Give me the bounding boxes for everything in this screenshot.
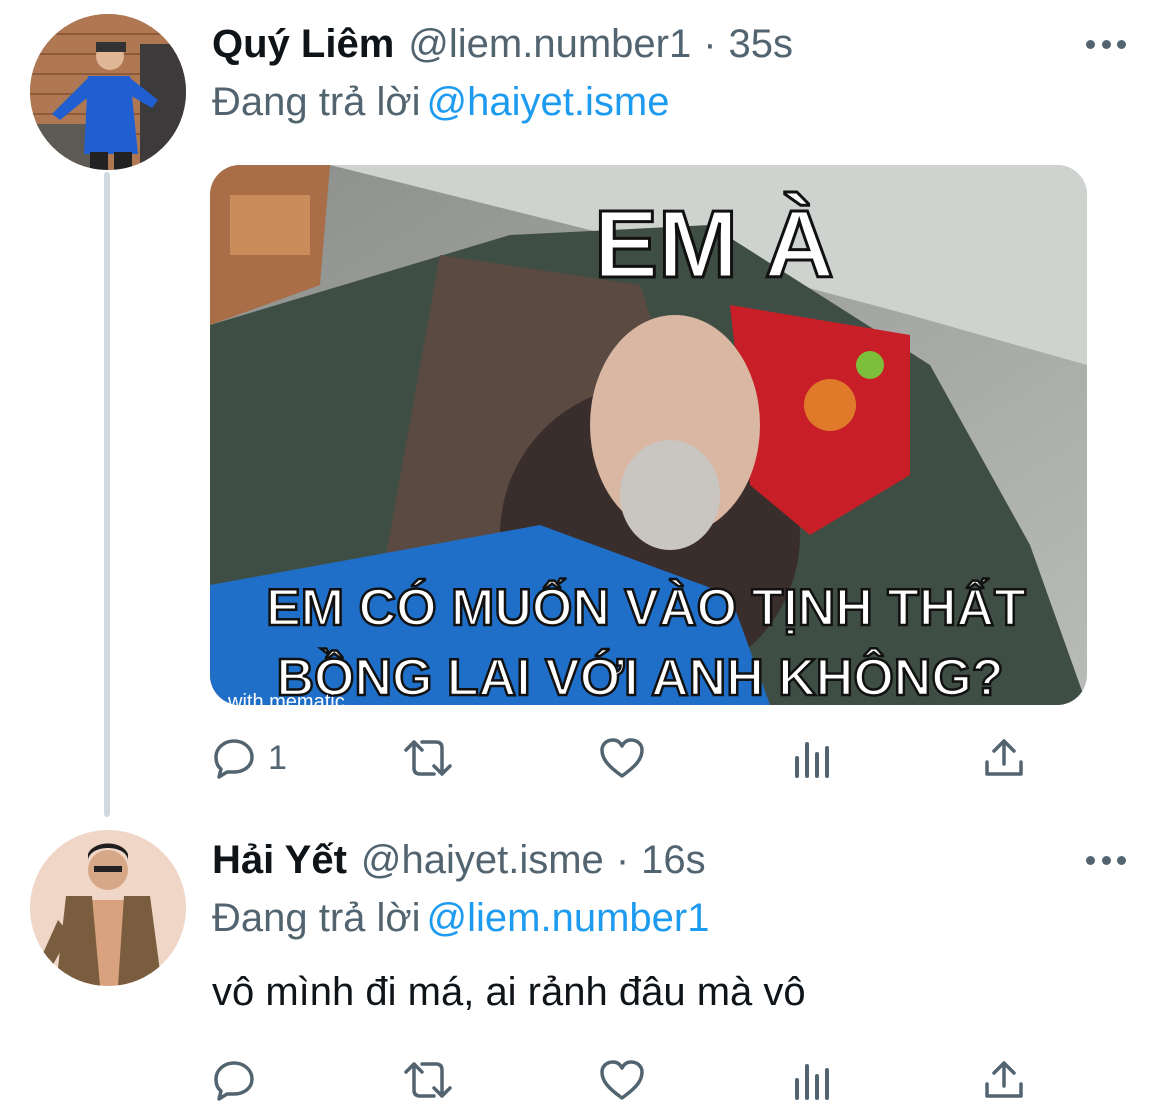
like-icon	[600, 738, 644, 778]
share-button[interactable]	[982, 728, 1026, 788]
user-handle[interactable]: @haiyet.isme	[361, 830, 604, 890]
avatar[interactable]	[30, 14, 186, 170]
reply-button[interactable]	[212, 1050, 256, 1110]
reply-button[interactable]: 1	[212, 728, 287, 788]
replying-to: Đang trả lời @liem.number1	[212, 890, 709, 946]
retweet-icon	[404, 1062, 452, 1098]
meme-bottom-caption-line2: BỒNG LAI VỚI ANH KHÔNG?	[276, 648, 1003, 705]
reply-prefix: Đang trả lời	[212, 80, 421, 124]
separator-dot: ·	[703, 22, 717, 66]
share-icon	[985, 1061, 1023, 1098]
reply-mention[interactable]: @haiyet.isme	[427, 80, 670, 124]
meme-top-caption: EM À	[594, 191, 834, 298]
avatar[interactable]	[30, 830, 186, 986]
display-name[interactable]: Hải Yết	[212, 830, 347, 890]
analytics-button[interactable]	[792, 1050, 832, 1110]
like-button[interactable]	[598, 728, 646, 788]
timestamp[interactable]: 35s	[729, 14, 794, 74]
reply-icon	[214, 739, 254, 779]
tweet-actions: 1	[212, 728, 1042, 788]
share-icon	[985, 739, 1023, 776]
tweet-actions	[212, 1050, 1042, 1110]
meme-bottom-caption-line1: EM CÓ MUỐN VÀO TỊNH THẤT	[266, 578, 1026, 637]
replying-to: Đang trả lời @haiyet.isme	[212, 74, 669, 130]
reply-icon	[214, 1061, 254, 1101]
analytics-icon	[795, 742, 829, 778]
retweet-icon	[404, 740, 452, 776]
thread-connector-line	[104, 172, 110, 817]
tweet-media-image[interactable]: EM À EM CÓ MUỐN VÀO TỊNH THẤT BỒNG LAI V…	[210, 165, 1087, 705]
meme-watermark: with mematic	[227, 691, 345, 705]
share-button[interactable]	[982, 1050, 1026, 1110]
tweet-header: Quý Liêm @liem.number1 · 35s	[212, 14, 793, 74]
reply-mention[interactable]: @liem.number1	[427, 896, 710, 940]
retweet-button[interactable]	[400, 1050, 456, 1110]
user-handle[interactable]: @liem.number1	[408, 14, 691, 74]
analytics-button[interactable]	[792, 728, 832, 788]
more-icon[interactable]	[1086, 38, 1126, 50]
like-icon	[600, 1060, 644, 1100]
retweet-button[interactable]	[400, 728, 456, 788]
analytics-icon	[795, 1064, 829, 1100]
tweet-text: vô mình đi má, ai rảnh đâu mà vô	[212, 970, 806, 1014]
reply-count: 1	[268, 738, 287, 777]
more-icon[interactable]	[1086, 854, 1126, 866]
like-button[interactable]	[598, 1050, 646, 1110]
tweet-header: Hải Yết @haiyet.isme · 16s	[212, 830, 706, 890]
reply-prefix: Đang trả lời	[212, 896, 421, 940]
timestamp[interactable]: 16s	[641, 830, 706, 890]
display-name[interactable]: Quý Liêm	[212, 14, 394, 74]
separator-dot: ·	[615, 838, 630, 882]
